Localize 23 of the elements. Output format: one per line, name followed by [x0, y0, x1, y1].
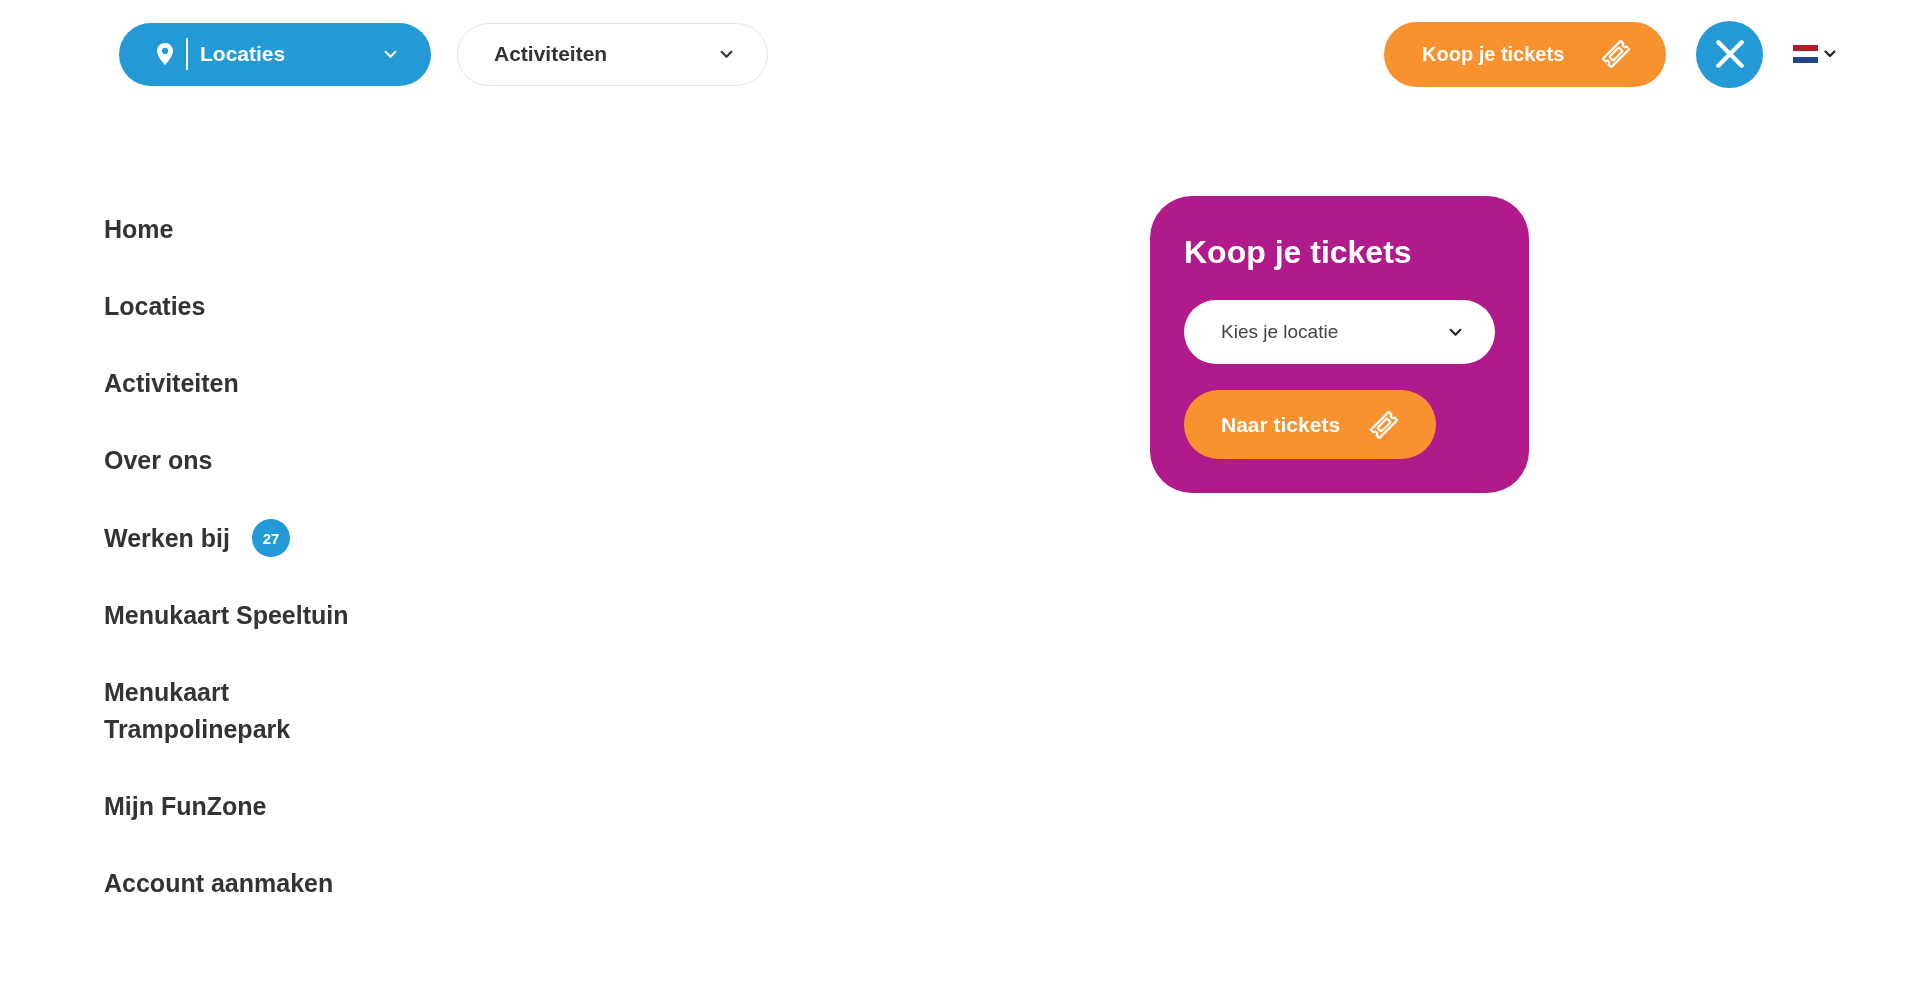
- menu-link[interactable]: Werken bij: [104, 519, 230, 557]
- menu-link[interactable]: Menukaart Speeltuin: [104, 597, 349, 634]
- menu-link[interactable]: Activiteiten: [104, 365, 239, 402]
- activity-dropdown[interactable]: Activiteiten: [457, 22, 768, 86]
- location-select[interactable]: Kies je locatie: [1184, 300, 1495, 364]
- menu-link[interactable]: Mijn FunZone: [104, 788, 267, 825]
- menu-link[interactable]: Over ons: [104, 442, 213, 479]
- menu-link[interactable]: Menukaart Trampolinepark: [104, 674, 394, 748]
- ticket-icon: [1602, 40, 1630, 68]
- card-title: Koop je tickets: [1184, 233, 1412, 272]
- menu-link[interactable]: Home: [104, 211, 174, 248]
- ticket-icon: [1370, 410, 1398, 439]
- close-icon: [1715, 40, 1744, 68]
- chevron-down-icon: [1824, 50, 1836, 58]
- flag-icon: [1793, 45, 1818, 63]
- map-pin-icon: [157, 43, 173, 65]
- language-button[interactable]: [1793, 45, 1836, 63]
- menu-link[interactable]: Locaties: [104, 288, 206, 325]
- chevron-down-icon: [720, 49, 733, 59]
- count-badge: 27: [251, 519, 290, 557]
- chevron-down-icon: [1449, 327, 1462, 337]
- chevron-down-icon: [384, 49, 397, 59]
- menu-link[interactable]: Account aanmaken: [104, 865, 334, 902]
